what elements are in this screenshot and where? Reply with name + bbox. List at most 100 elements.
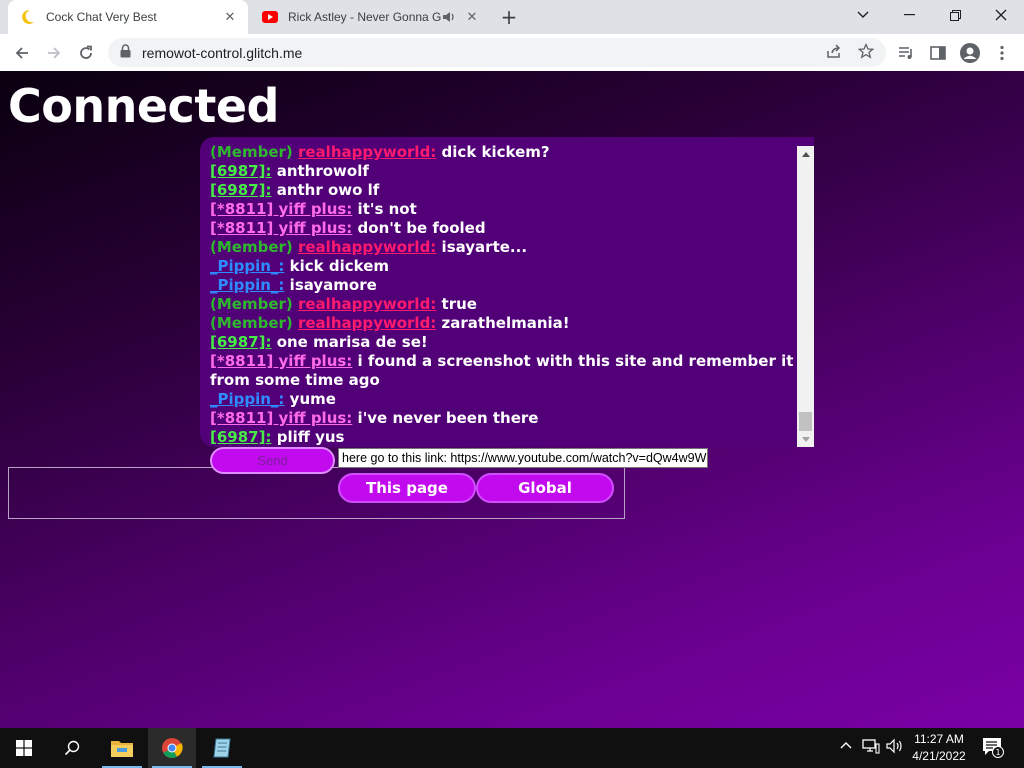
close-tab-icon[interactable]: ✕ (220, 10, 240, 25)
message-text: isayamore (289, 276, 377, 294)
new-tab-button[interactable]: + (498, 6, 520, 28)
network-icon[interactable] (862, 738, 880, 758)
message-text: true (441, 295, 477, 313)
share-icon[interactable] (826, 43, 842, 62)
chat-message: (Member) realhappyworld: true (210, 295, 794, 314)
lock-icon[interactable] (120, 43, 134, 62)
browser-toolbar: remowot-control.glitch.me (0, 34, 1024, 71)
username-link[interactable]: _Pippin_: (210, 276, 284, 294)
address-bar[interactable]: remowot-control.glitch.me (108, 38, 886, 67)
username-link[interactable]: _Pippin_: (210, 390, 284, 408)
scrollbar-thumb[interactable] (799, 412, 812, 431)
member-role-tag: (Member) (210, 143, 293, 161)
username-link[interactable]: [6987]: (210, 181, 271, 199)
username-link[interactable]: [6987]: (210, 428, 271, 446)
notepad-icon[interactable] (198, 728, 246, 768)
message-text: dick kickem? (441, 143, 550, 161)
chat-message: [6987]: anthrowolf (210, 162, 794, 181)
restore-button[interactable] (932, 0, 978, 30)
close-tab-icon[interactable]: ✕ (462, 10, 482, 25)
bookmark-star-icon[interactable] (857, 42, 875, 63)
message-text: isayarte... (441, 238, 528, 256)
username-link[interactable]: [6987]: (210, 162, 271, 180)
tab-strip: Cock Chat Very Best ✕ Rick Astley - Neve… (0, 0, 1024, 34)
username-link[interactable]: realhappyworld: (298, 143, 436, 161)
username-link[interactable]: [*8811] yiff plus: (210, 200, 352, 218)
minimize-button[interactable] (886, 0, 932, 30)
chat-message: [6987]: pliff yus (210, 428, 794, 447)
message-input[interactable]: here go to this link: https://www.youtub… (338, 448, 708, 468)
side-panel-icon[interactable] (924, 39, 952, 67)
username-link[interactable]: [6987]: (210, 333, 271, 351)
chat-message: _Pippin_: yume (210, 390, 794, 409)
chat-message: _Pippin_: kick dickem (210, 257, 794, 276)
tab-youtube[interactable]: Rick Astley - Never Gonna Gi ✕ (250, 0, 490, 34)
scroll-up-arrow-icon[interactable] (797, 146, 814, 162)
chat-log: (Member) realhappyworld: dick kickem? [69… (210, 143, 794, 447)
username-link[interactable]: _Pippin_: (210, 257, 284, 275)
message-text: one marisa de se! (276, 333, 428, 351)
chat-message: [*8811] yiff plus: it's not (210, 200, 794, 219)
username-link[interactable]: realhappyworld: (298, 238, 436, 256)
chrome-icon[interactable] (148, 728, 196, 768)
notifications-icon[interactable]: 1 (982, 736, 1004, 762)
media-control-icon[interactable] (892, 39, 920, 67)
member-role-tag: (Member) (210, 314, 293, 332)
global-button[interactable]: Global (476, 473, 614, 503)
menu-kebab-icon[interactable] (988, 39, 1016, 67)
chat-message: (Member) realhappyworld: dick kickem? (210, 143, 794, 162)
message-text: anthrowolf (276, 162, 369, 180)
page-title: Connected (8, 79, 279, 133)
show-hidden-icons-icon[interactable] (840, 738, 852, 753)
message-text: zarathelmania! (441, 314, 570, 332)
close-window-button[interactable] (978, 0, 1024, 30)
windows-taskbar: 11:27 AM 4/21/2022 1 (0, 728, 1024, 768)
chat-message: [6987]: anthr owo lf (210, 181, 794, 200)
chat-message: (Member) realhappyworld: isayarte... (210, 238, 794, 257)
message-text: anthr owo lf (276, 181, 380, 199)
tab-title: Rick Astley - Never Gonna Gi (288, 10, 442, 24)
chat-message: _Pippin_: isayamore (210, 276, 794, 295)
this-page-button[interactable]: This page (338, 473, 476, 503)
tab-search-icon[interactable] (840, 0, 886, 30)
username-link[interactable]: [*8811] yiff plus: (210, 409, 352, 427)
chat-message: [*8811] yiff plus: i've never been there (210, 409, 794, 428)
tab-title: Cock Chat Very Best (46, 10, 157, 24)
taskbar-clock[interactable]: 11:27 AM 4/21/2022 (904, 731, 974, 765)
message-text: kick dickem (289, 257, 390, 275)
clock-time: 11:27 AM (914, 732, 964, 746)
profile-avatar[interactable] (956, 39, 984, 67)
username-link[interactable]: realhappyworld: (298, 314, 436, 332)
page-content: Connected (Member) realhappyworld: dick … (0, 71, 1024, 728)
username-link[interactable]: [*8811] yiff plus: (210, 219, 352, 237)
member-role-tag: (Member) (210, 295, 293, 313)
search-icon[interactable] (48, 728, 96, 768)
scroll-down-arrow-icon[interactable] (797, 431, 814, 447)
message-text: pliff yus (276, 428, 345, 446)
url-text: remowot-control.glitch.me (142, 44, 303, 61)
message-text: it's not (357, 200, 417, 218)
file-explorer-icon[interactable] (98, 728, 146, 768)
chat-scrollbar[interactable] (797, 146, 814, 447)
chat-message: [*8811] yiff plus: i found a screenshot … (210, 352, 794, 390)
volume-icon[interactable] (886, 738, 904, 758)
username-link[interactable]: realhappyworld: (298, 295, 436, 313)
message-text: i've never been there (357, 409, 539, 427)
chat-message: [*8811] yiff plus: don't be fooled (210, 219, 794, 238)
reload-button[interactable] (72, 39, 100, 67)
message-text: don't be fooled (357, 219, 486, 237)
chat-message: (Member) realhappyworld: zarathelmania! (210, 314, 794, 333)
username-link[interactable]: [*8811] yiff plus: (210, 352, 352, 370)
member-role-tag: (Member) (210, 238, 293, 256)
back-button[interactable] (8, 39, 36, 67)
windows-start-icon[interactable] (0, 728, 48, 768)
tab-chat[interactable]: Cock Chat Very Best ✕ (8, 0, 248, 34)
chat-log-container[interactable]: (Member) realhappyworld: dick kickem? [69… (200, 137, 814, 447)
moon-icon (20, 9, 36, 25)
clock-date: 4/21/2022 (912, 749, 966, 763)
speaker-icon[interactable] (442, 11, 458, 23)
youtube-icon (262, 9, 278, 25)
chat-message: [6987]: one marisa de se! (210, 333, 794, 352)
send-button[interactable]: Send (210, 447, 335, 474)
forward-button[interactable] (40, 39, 68, 67)
